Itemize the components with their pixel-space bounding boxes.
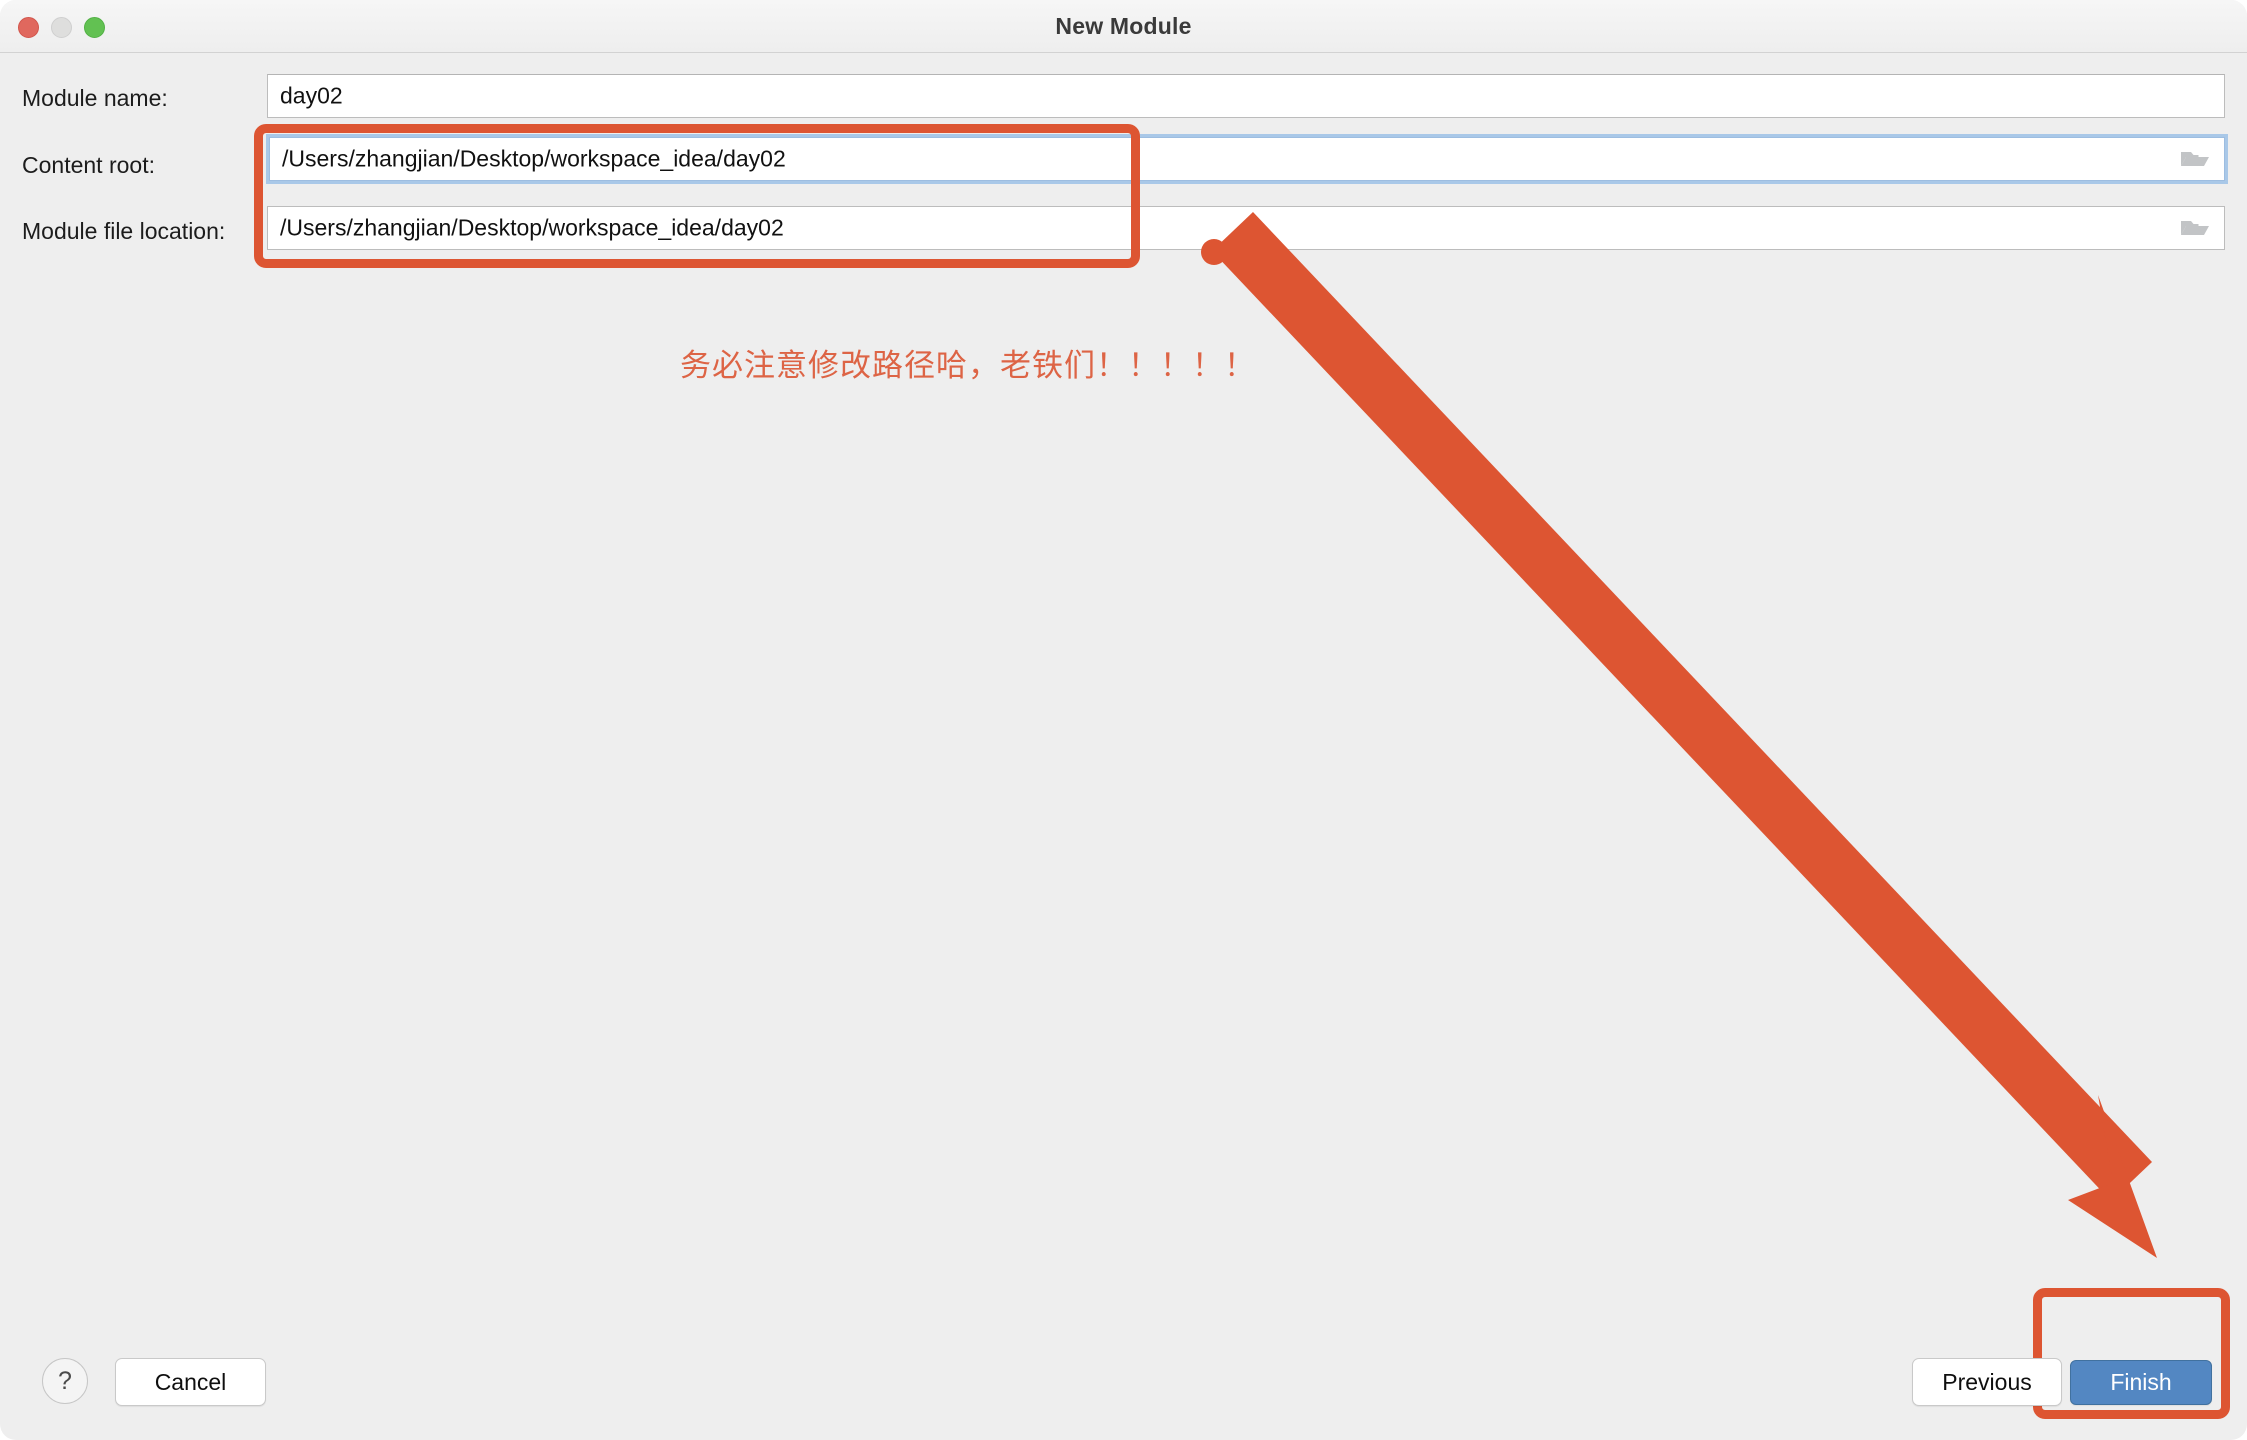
previous-button[interactable]: Previous	[1912, 1358, 2062, 1406]
new-module-dialog: New Module Module name: Content root: Mo…	[0, 0, 2247, 1440]
module-name-value: day02	[280, 82, 343, 109]
module-name-label: Module name:	[22, 85, 168, 111]
annotation-note: 务必注意修改路径哈，老铁们！！！！！	[680, 348, 1256, 384]
module-file-location-input[interactable]: /Users/zhangjian/Desktop/workspace_idea/…	[267, 206, 2225, 250]
content-root-value: /Users/zhangjian/Desktop/workspace_idea/…	[282, 145, 786, 172]
window-title: New Module	[1055, 13, 1192, 39]
finish-button[interactable]: Finish	[2070, 1360, 2212, 1405]
cancel-button[interactable]: Cancel	[115, 1358, 266, 1406]
content-root-input[interactable]: /Users/zhangjian/Desktop/workspace_idea/…	[266, 134, 2228, 184]
help-button[interactable]: ?	[42, 1358, 88, 1404]
module-file-location-value: /Users/zhangjian/Desktop/workspace_idea/…	[280, 214, 784, 241]
module-name-input[interactable]: day02	[267, 74, 2225, 118]
module-file-location-label: Module file location:	[22, 218, 226, 244]
title-bar: New Module	[0, 0, 2247, 53]
folder-icon[interactable]	[2180, 216, 2210, 240]
content-root-label: Content root:	[22, 152, 155, 178]
folder-icon[interactable]	[2180, 147, 2210, 171]
